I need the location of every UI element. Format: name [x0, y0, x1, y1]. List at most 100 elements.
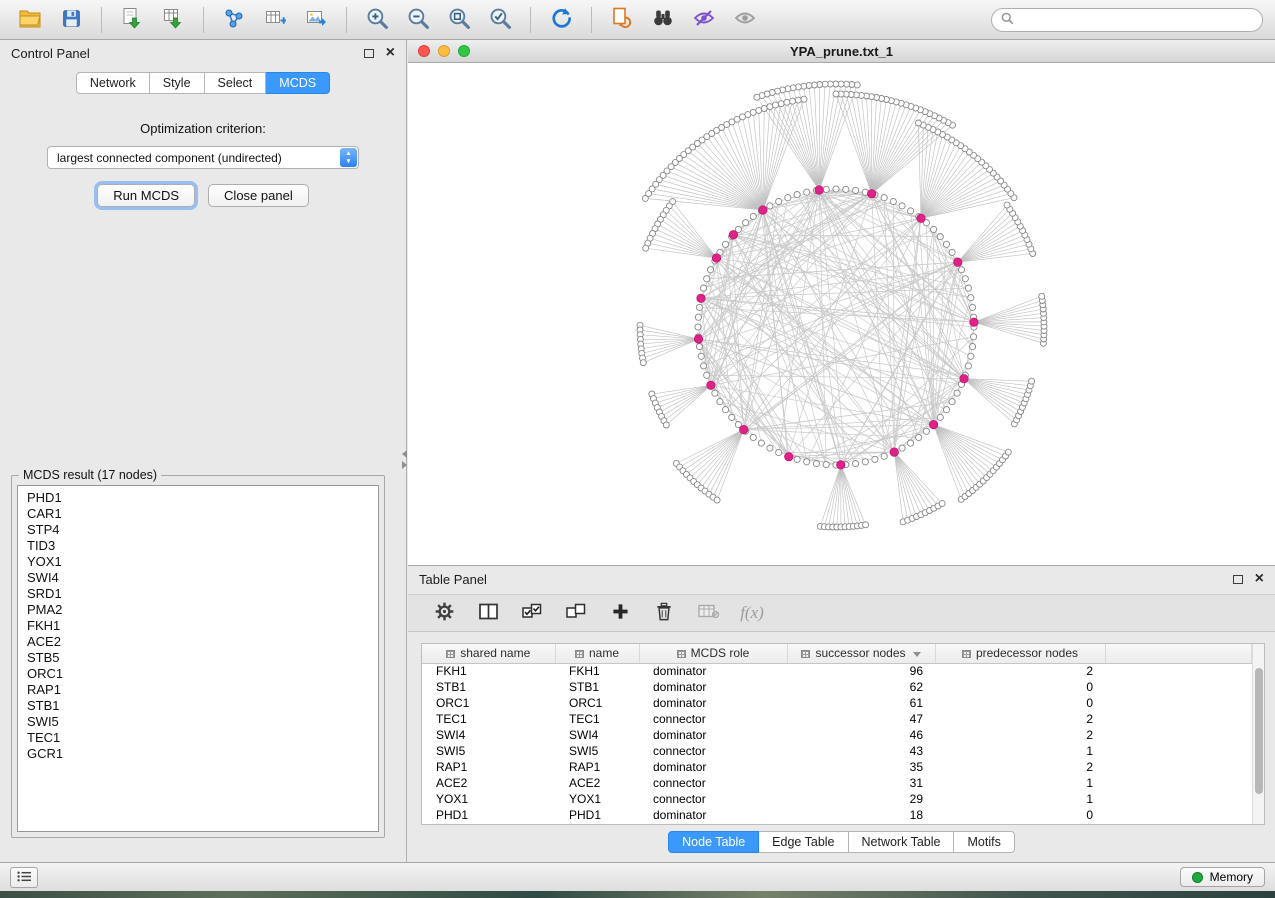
cell-successor_nodes[interactable]: 62 — [787, 679, 935, 695]
tab-network[interactable]: Network — [76, 72, 150, 94]
cell-predecessor_nodes[interactable]: 1 — [935, 775, 1105, 791]
close-table-panel-icon[interactable]: × — [1255, 571, 1264, 587]
window-zoom-light[interactable] — [458, 45, 470, 57]
table-row[interactable]: TEC1TEC1connector472 — [422, 711, 1252, 727]
column-header-MCDS-role[interactable]: MCDS role — [639, 644, 787, 663]
scrollbar-thumb[interactable] — [1255, 668, 1263, 794]
zoom-selected-button[interactable] — [482, 5, 518, 35]
table-tab-motifs[interactable]: Motifs — [954, 831, 1014, 853]
hide-selected-button[interactable] — [686, 5, 722, 35]
cell-shared_name[interactable]: TEC1 — [422, 711, 555, 727]
table-scrollbar[interactable] — [1252, 644, 1264, 824]
cell-mcds_role[interactable]: connector — [639, 743, 787, 759]
cell-name[interactable]: STB1 — [555, 679, 639, 695]
zoom-out-button[interactable] — [400, 5, 436, 35]
cell-mcds_role[interactable]: connector — [639, 791, 787, 807]
cell-shared_name[interactable]: SWI5 — [422, 743, 555, 759]
cell-mcds_role[interactable]: connector — [639, 711, 787, 727]
table-row[interactable]: ACE2ACE2connector311 — [422, 775, 1252, 791]
refresh-view-button[interactable] — [543, 5, 579, 35]
search-network-button[interactable] — [645, 5, 681, 35]
table-row[interactable]: STB1STB1dominator620 — [422, 679, 1252, 695]
column-header-predecessor-nodes[interactable]: predecessor nodes — [935, 644, 1105, 663]
cell-name[interactable]: ORC1 — [555, 695, 639, 711]
cell-shared_name[interactable]: PHD1 — [422, 807, 555, 823]
cell-successor_nodes[interactable]: 31 — [787, 775, 935, 791]
unselect-all-button[interactable] — [562, 599, 590, 627]
table-settings-button[interactable] — [430, 599, 458, 627]
table-row[interactable]: RAP1RAP1dominator352 — [422, 759, 1252, 775]
delete-column-button[interactable] — [650, 599, 678, 627]
float-panel-icon[interactable] — [364, 49, 374, 58]
cell-shared_name[interactable]: FKH1 — [422, 663, 555, 679]
open-session-button[interactable] — [12, 5, 48, 35]
cell-predecessor_nodes[interactable]: 2 — [935, 663, 1105, 679]
table-tab-node-table[interactable]: Node Table — [668, 831, 759, 853]
cell-name[interactable]: YOX1 — [555, 791, 639, 807]
cell-predecessor_nodes[interactable]: 1 — [935, 791, 1105, 807]
cell-predecessor_nodes[interactable]: 0 — [935, 695, 1105, 711]
cell-name[interactable]: TEC1 — [555, 711, 639, 727]
cell-successor_nodes[interactable]: 46 — [787, 727, 935, 743]
run-mcds-button[interactable]: Run MCDS — [97, 184, 195, 207]
cell-name[interactable]: PHD1 — [555, 807, 639, 823]
new-network-button[interactable] — [216, 5, 252, 35]
cell-predecessor_nodes[interactable]: 0 — [935, 807, 1105, 823]
zoom-fit-button[interactable] — [441, 5, 477, 35]
new-table-button[interactable] — [257, 5, 293, 35]
cell-mcds_role[interactable]: dominator — [639, 679, 787, 695]
search-input[interactable] — [1019, 13, 1253, 27]
memory-button[interactable]: Memory — [1180, 867, 1265, 887]
close-panel-icon[interactable]: × — [386, 45, 395, 61]
window-minimize-light[interactable] — [438, 45, 450, 57]
float-table-panel-icon[interactable] — [1233, 575, 1243, 584]
cell-mcds_role[interactable]: dominator — [639, 759, 787, 775]
import-table-button[interactable] — [155, 5, 191, 35]
table-row[interactable]: ORC1ORC1dominator610 — [422, 695, 1252, 711]
tab-style[interactable]: Style — [150, 72, 205, 94]
table-tab-network-table[interactable]: Network Table — [849, 831, 955, 853]
cell-predecessor_nodes[interactable]: 2 — [935, 711, 1105, 727]
cell-mcds_role[interactable]: dominator — [639, 695, 787, 711]
cell-predecessor_nodes[interactable]: 0 — [935, 679, 1105, 695]
cell-successor_nodes[interactable]: 47 — [787, 711, 935, 727]
import-network-button[interactable] — [114, 5, 150, 35]
cell-mcds_role[interactable]: dominator — [639, 727, 787, 743]
cell-name[interactable]: SWI4 — [555, 727, 639, 743]
panel-splitter[interactable] — [401, 446, 408, 472]
cell-successor_nodes[interactable]: 96 — [787, 663, 935, 679]
cell-name[interactable]: FKH1 — [555, 663, 639, 679]
cell-mcds_role[interactable]: connector — [639, 775, 787, 791]
cell-mcds_role[interactable]: dominator — [639, 663, 787, 679]
criterion-select[interactable]: largest connected component (undirected)… — [47, 146, 359, 169]
cell-predecessor_nodes[interactable]: 2 — [935, 759, 1105, 775]
cell-shared_name[interactable]: ORC1 — [422, 695, 555, 711]
column-header-successor-nodes[interactable]: successor nodes — [787, 644, 935, 663]
table-row[interactable]: YOX1YOX1connector291 — [422, 791, 1252, 807]
export-image-button[interactable] — [298, 5, 334, 35]
network-window-titlebar[interactable]: YPA_prune.txt_1 — [408, 40, 1275, 63]
mcds-result-list[interactable]: PHD1CAR1STP4TID3YOX1SWI4SRD1PMA2FKH1ACE2… — [17, 485, 379, 832]
cell-name[interactable]: SWI5 — [555, 743, 639, 759]
cell-shared_name[interactable]: ACE2 — [422, 775, 555, 791]
select-all-button[interactable] — [518, 599, 546, 627]
cell-shared_name[interactable]: YOX1 — [422, 791, 555, 807]
column-header-name[interactable]: name — [555, 644, 639, 663]
tab-mcds[interactable]: MCDS — [266, 72, 330, 94]
table-row[interactable]: SWI5SWI5connector431 — [422, 743, 1252, 759]
cell-name[interactable]: ACE2 — [555, 775, 639, 791]
status-menu-button[interactable] — [10, 867, 38, 888]
cell-shared_name[interactable]: SWI4 — [422, 727, 555, 743]
cell-mcds_role[interactable]: dominator — [639, 807, 787, 823]
column-header-shared-name[interactable]: shared name — [422, 644, 555, 663]
share-document-button[interactable] — [604, 5, 640, 35]
table-tab-edge-table[interactable]: Edge Table — [759, 831, 848, 853]
network-canvas[interactable] — [408, 63, 1275, 565]
cell-successor_nodes[interactable]: 18 — [787, 807, 935, 823]
cell-shared_name[interactable]: STB1 — [422, 679, 555, 695]
cell-successor_nodes[interactable]: 43 — [787, 743, 935, 759]
split-columns-button[interactable] — [474, 599, 502, 627]
table-row[interactable]: FKH1FKH1dominator962 — [422, 663, 1252, 679]
cell-successor_nodes[interactable]: 35 — [787, 759, 935, 775]
cell-successor_nodes[interactable]: 29 — [787, 791, 935, 807]
